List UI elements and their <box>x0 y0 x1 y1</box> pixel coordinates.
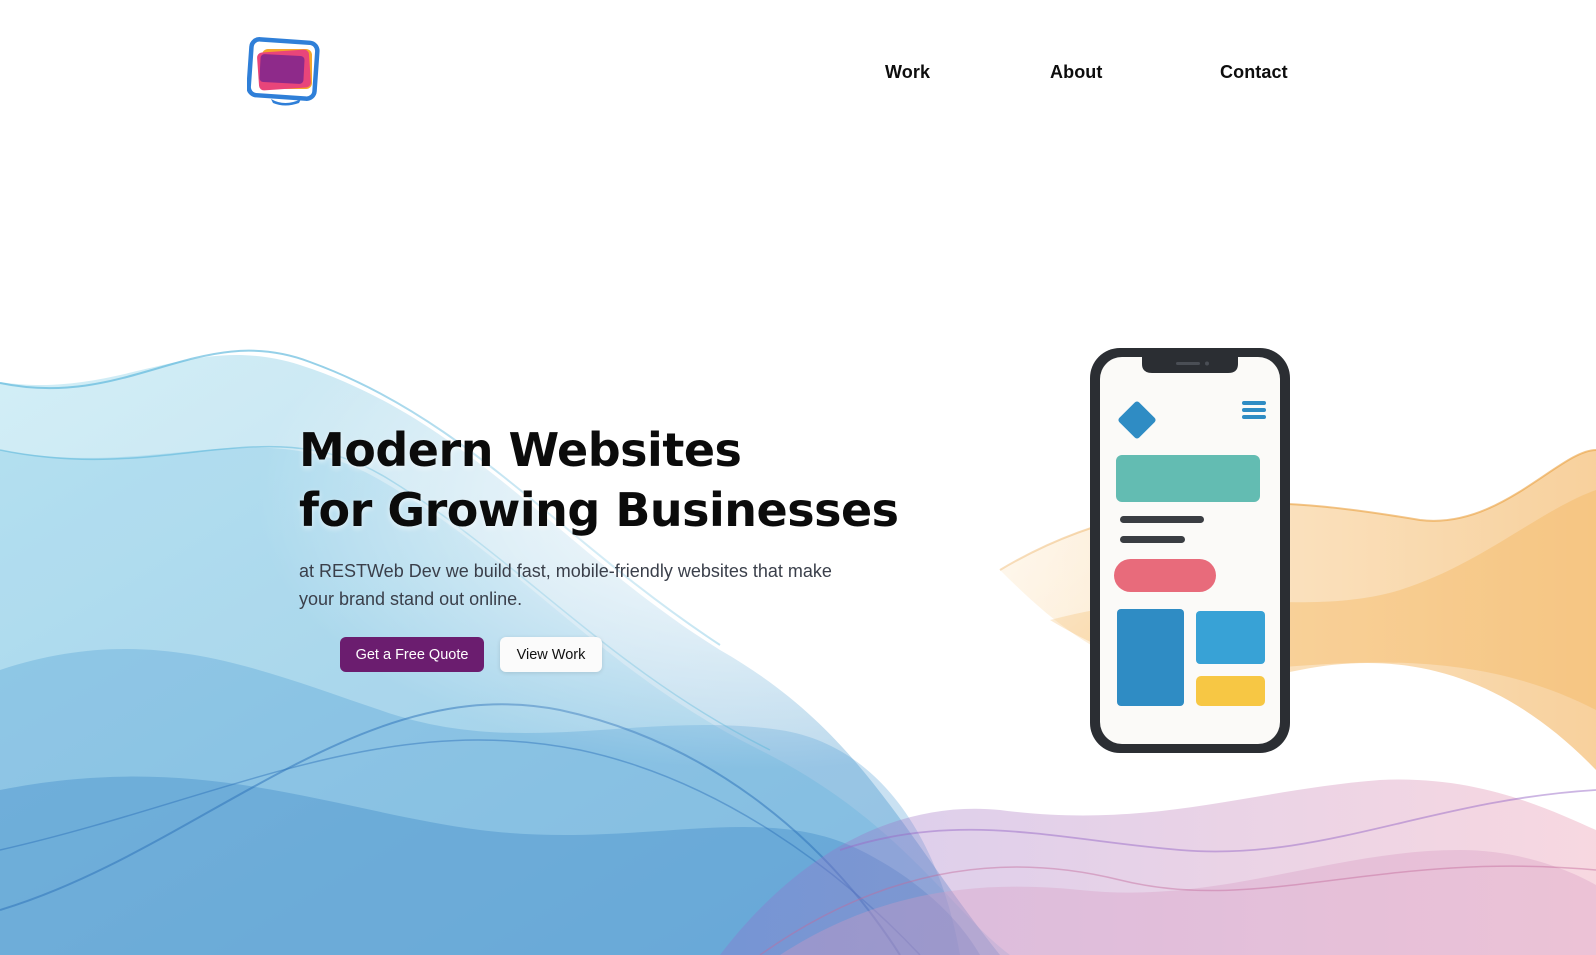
site-header: Work About Contact <box>0 0 1596 150</box>
nav-link-contact[interactable]: Contact <box>1220 62 1288 83</box>
hero-section: Modern Websites for Growing Businesses a… <box>0 150 1596 955</box>
get-free-quote-button[interactable]: Get a Free Quote <box>340 637 484 672</box>
nav-link-about[interactable]: About <box>1050 62 1102 83</box>
nav-link-work[interactable]: Work <box>885 62 930 83</box>
main-nav: Work About Contact <box>0 62 1596 92</box>
smartphone-mockup-icon <box>1090 348 1290 753</box>
hero-headline-line-1: Modern Websites <box>299 423 742 477</box>
hero-headline: Modern Websites for Growing Businesses <box>299 420 899 540</box>
hero-content: Modern Websites for Growing Businesses a… <box>0 150 1596 955</box>
hero-headline-line-2: for Growing Businesses <box>299 483 899 537</box>
view-work-button[interactable]: View Work <box>500 637 602 672</box>
hero-subtitle: at RESTWeb Dev we build fast, mobile-fri… <box>299 561 832 609</box>
